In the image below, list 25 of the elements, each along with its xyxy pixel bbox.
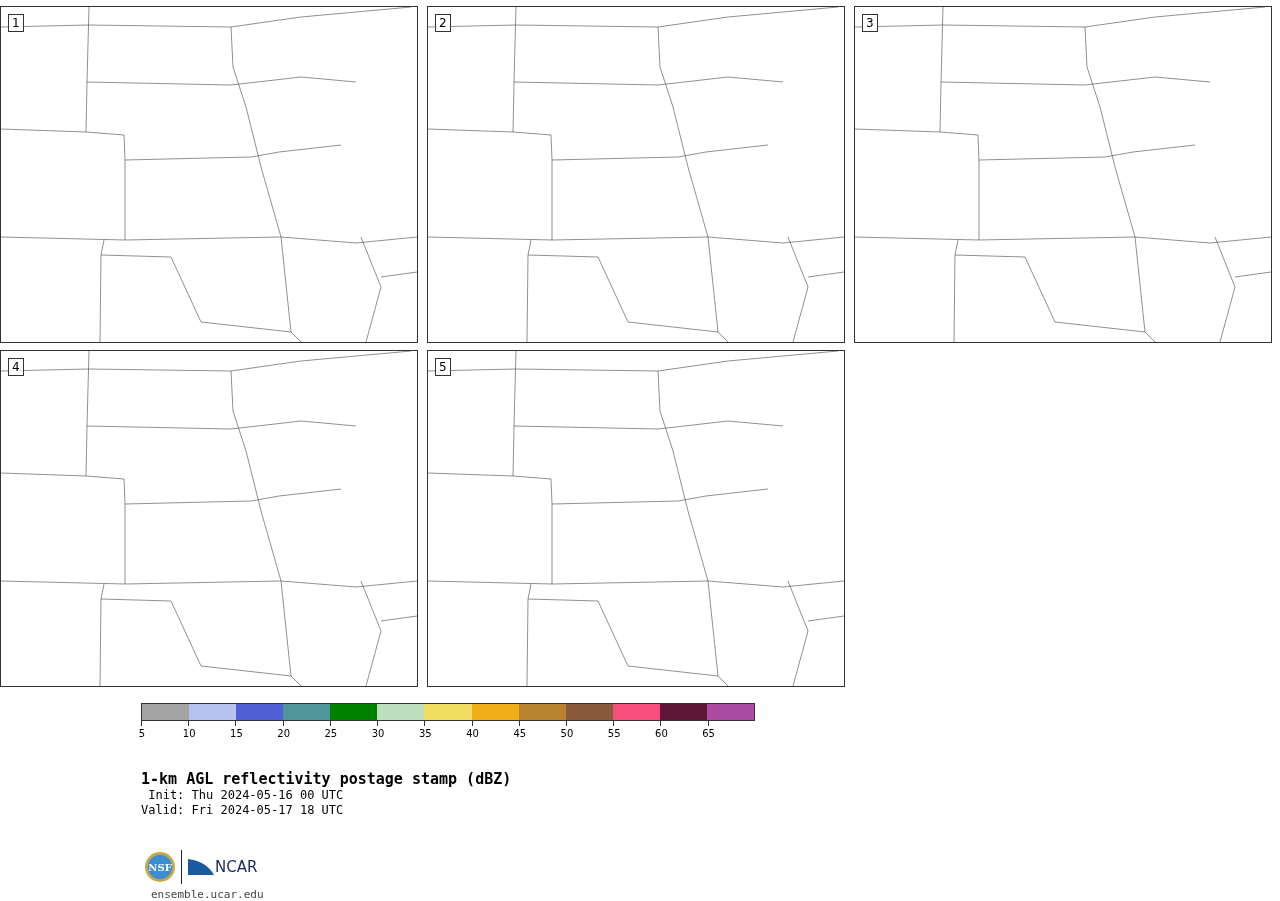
tick-label: 65 (702, 728, 715, 739)
tick-label: 20 (277, 728, 290, 739)
panel-number: 3 (862, 14, 878, 32)
tick-label: 25 (324, 728, 338, 739)
tick-label: 5 (138, 728, 146, 739)
tick-label: 45 (513, 728, 527, 739)
panel-number: 2 (435, 14, 451, 32)
tick-label: 60 (655, 728, 668, 739)
site-url: ensemble.ucar.edu (151, 888, 265, 901)
tick-label: 40 (466, 728, 479, 739)
nsf-logo: NSF (145, 852, 175, 882)
tick-label: 35 (418, 728, 432, 739)
ncar-logo: NCAR (215, 858, 258, 876)
tick-label: 10 (182, 728, 196, 739)
panel-number: 4 (8, 358, 24, 376)
tick-label: 15 (230, 728, 243, 739)
valid-time: Valid: Fri 2024-05-17 18 UTC (141, 803, 345, 818)
tick-label: 50 (560, 728, 574, 739)
chart-title: 1-km AGL reflectivity postage stamp (dBZ) (141, 770, 513, 788)
tick-label: 55 (607, 728, 621, 739)
init-time: Init: Thu 2024-05-16 00 UTC (147, 788, 345, 803)
panel-number: 1 (8, 14, 24, 32)
tick-label: 30 (371, 728, 385, 739)
panel-number: 5 (435, 358, 451, 376)
swoosh-icon (188, 857, 214, 877)
